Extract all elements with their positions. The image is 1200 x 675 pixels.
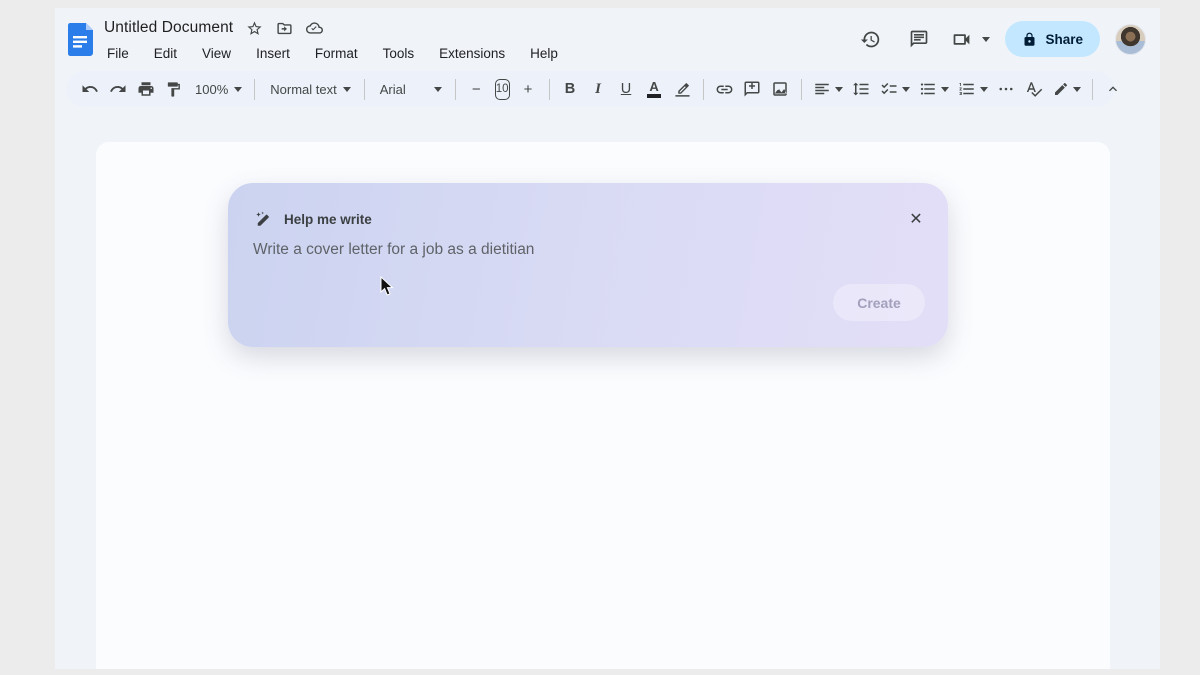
share-label: Share bbox=[1045, 32, 1083, 47]
editing-mode-icon bbox=[1053, 81, 1069, 97]
font-select[interactable]: Arial bbox=[372, 76, 448, 103]
bulleted-list-icon bbox=[919, 80, 937, 98]
menu-file[interactable]: File bbox=[104, 44, 132, 63]
italic-button[interactable]: I bbox=[585, 76, 612, 103]
editing-mode-button[interactable] bbox=[1049, 76, 1085, 103]
menu-insert[interactable]: Insert bbox=[253, 44, 293, 63]
comments-icon[interactable] bbox=[902, 22, 936, 56]
video-call-icon bbox=[951, 29, 972, 50]
menu-edit[interactable]: Edit bbox=[151, 44, 180, 63]
version-history-icon[interactable] bbox=[853, 22, 887, 56]
spellcheck-icon[interactable] bbox=[1021, 76, 1048, 103]
chevron-down-icon bbox=[980, 87, 988, 92]
zoom-value: 100% bbox=[193, 82, 230, 97]
numbered-list-icon bbox=[958, 80, 976, 98]
bold-button[interactable]: B bbox=[557, 76, 584, 103]
paint-format-icon[interactable] bbox=[160, 76, 187, 103]
separator bbox=[801, 79, 802, 100]
menu-help[interactable]: Help bbox=[527, 44, 561, 63]
collapse-icon[interactable] bbox=[1100, 76, 1127, 103]
separator bbox=[254, 79, 255, 100]
create-button[interactable]: Create bbox=[833, 284, 925, 321]
chevron-down-icon bbox=[941, 87, 949, 92]
avatar[interactable] bbox=[1115, 24, 1146, 55]
chevron-down-icon bbox=[1073, 87, 1081, 92]
align-icon bbox=[813, 80, 831, 98]
magic-wand-icon bbox=[254, 210, 272, 228]
line-spacing-icon[interactable] bbox=[848, 76, 875, 103]
checklist-icon bbox=[880, 80, 898, 98]
docs-app-window: Untitled Document File Edit View Insert … bbox=[55, 8, 1160, 669]
text-color-button[interactable]: A bbox=[641, 76, 668, 103]
undo-icon[interactable] bbox=[76, 76, 103, 103]
google-docs-logo[interactable] bbox=[68, 23, 93, 56]
zoom-select[interactable]: 100% bbox=[188, 76, 247, 103]
help-me-write-dialog: Help me write ✕ Write a cover letter for… bbox=[228, 183, 948, 347]
document-title[interactable]: Untitled Document bbox=[104, 19, 233, 37]
separator bbox=[364, 79, 365, 100]
mouse-cursor bbox=[380, 276, 395, 297]
font-size-value: 10 bbox=[496, 83, 509, 95]
menu-tools[interactable]: Tools bbox=[380, 44, 418, 63]
font-size-input[interactable]: 10 bbox=[495, 79, 510, 100]
paragraph-style-select[interactable]: Normal text bbox=[262, 76, 356, 103]
checklist-button[interactable] bbox=[876, 76, 914, 103]
increase-font-size-button[interactable]: + bbox=[515, 76, 542, 103]
chevron-down-icon bbox=[902, 87, 910, 92]
menu-format[interactable]: Format bbox=[312, 44, 361, 63]
separator bbox=[703, 79, 704, 100]
insert-image-icon[interactable] bbox=[767, 76, 794, 103]
add-comment-icon[interactable] bbox=[739, 76, 766, 103]
toolbar: 100% Normal text Arial − 10 + B I bbox=[66, 71, 1115, 107]
style-value: Normal text bbox=[268, 82, 338, 97]
numbered-list-button[interactable] bbox=[954, 76, 992, 103]
chevron-down-icon bbox=[234, 87, 242, 92]
menu-view[interactable]: View bbox=[199, 44, 234, 63]
decrease-font-size-button[interactable]: − bbox=[463, 76, 490, 103]
font-value: Arial bbox=[378, 82, 430, 97]
separator bbox=[1092, 79, 1093, 100]
chevron-down-icon bbox=[835, 87, 843, 92]
align-button[interactable] bbox=[809, 76, 847, 103]
prompt-input[interactable]: Write a cover letter for a job as a diet… bbox=[253, 241, 534, 259]
menu-bar: File Edit View Insert Format Tools Exten… bbox=[104, 44, 561, 63]
print-icon[interactable] bbox=[132, 76, 159, 103]
chevron-down-icon bbox=[434, 87, 442, 92]
bulleted-list-button[interactable] bbox=[915, 76, 953, 103]
redo-icon[interactable] bbox=[104, 76, 131, 103]
separator bbox=[549, 79, 550, 100]
video-call-button[interactable] bbox=[951, 29, 990, 50]
chevron-down-icon bbox=[343, 87, 351, 92]
move-folder-icon[interactable] bbox=[276, 20, 293, 37]
more-icon[interactable] bbox=[993, 76, 1020, 103]
menu-extensions[interactable]: Extensions bbox=[436, 44, 508, 63]
share-button[interactable]: Share bbox=[1005, 21, 1100, 57]
lock-icon bbox=[1022, 32, 1037, 47]
highlight-icon[interactable] bbox=[669, 76, 696, 103]
dialog-title: Help me write bbox=[284, 212, 372, 227]
cloud-saved-icon[interactable] bbox=[306, 20, 323, 37]
star-icon[interactable] bbox=[246, 20, 263, 37]
separator bbox=[455, 79, 456, 100]
close-icon[interactable]: ✕ bbox=[906, 209, 926, 229]
underline-button[interactable]: U bbox=[613, 76, 640, 103]
link-icon[interactable] bbox=[711, 76, 738, 103]
header-bar: Untitled Document File Edit View Insert … bbox=[55, 8, 1160, 70]
chevron-down-icon[interactable] bbox=[982, 37, 990, 42]
